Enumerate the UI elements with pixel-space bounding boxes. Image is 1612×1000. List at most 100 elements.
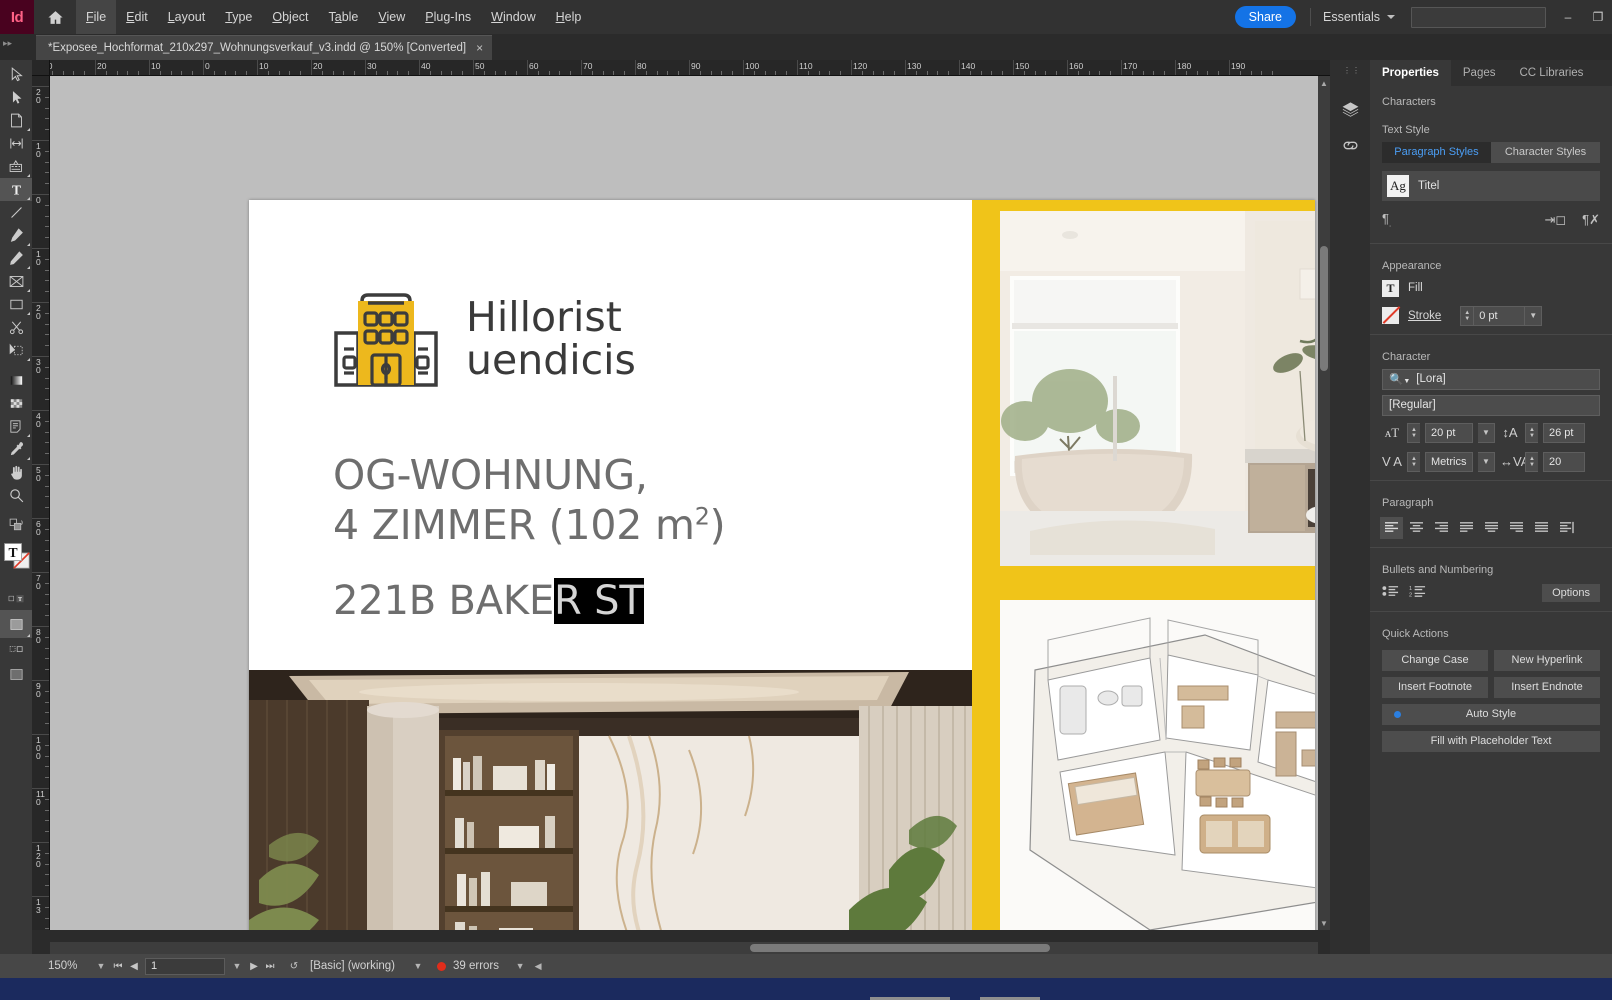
apply-color-toggle[interactable] bbox=[0, 514, 32, 537]
minimize-button[interactable]: – bbox=[1560, 10, 1576, 24]
leading-value[interactable]: 26 pt bbox=[1543, 422, 1585, 443]
share-button[interactable]: Share bbox=[1234, 6, 1297, 28]
brand-logo[interactable]: Hillorist uendicis bbox=[332, 287, 636, 391]
tab-properties[interactable]: Properties bbox=[1370, 60, 1451, 86]
master-page-label[interactable]: [Basic] (working) bbox=[310, 960, 395, 972]
align-left-button[interactable] bbox=[1380, 516, 1403, 539]
next-page-icon[interactable]: ▶ bbox=[246, 961, 262, 972]
tracking-stepper[interactable]: ▲ ▼ bbox=[1525, 451, 1538, 472]
fill-stroke-swatches[interactable]: T bbox=[0, 541, 32, 587]
address-text[interactable]: 221B BAKER ST bbox=[333, 578, 644, 624]
preflight-icon[interactable]: ↺ bbox=[286, 961, 302, 972]
home-icon[interactable] bbox=[34, 0, 76, 34]
close-icon[interactable]: × bbox=[476, 41, 483, 55]
layers-panel-icon[interactable] bbox=[1339, 98, 1361, 120]
pencil-tool[interactable] bbox=[0, 247, 32, 270]
menu-file[interactable]: File bbox=[76, 0, 117, 34]
address-selected-range[interactable]: R ST bbox=[554, 578, 644, 624]
page-chevron-down-icon[interactable]: ▼ bbox=[228, 961, 246, 971]
arrange-documents[interactable] bbox=[0, 661, 32, 687]
links-panel-icon[interactable] bbox=[1339, 134, 1361, 156]
vertical-ruler[interactable]: 20 10 0 10 20 30 40 50 60 70 80 90 100 110 120 13 bbox=[32, 76, 50, 930]
change-case-button[interactable]: Change Case bbox=[1382, 649, 1488, 671]
fill-swatch-icon[interactable]: T bbox=[1382, 279, 1399, 297]
screen-mode[interactable] bbox=[0, 638, 32, 661]
new-hyperlink-button[interactable]: New Hyperlink bbox=[1494, 649, 1600, 671]
living-room-photo[interactable] bbox=[249, 670, 972, 930]
first-page-icon[interactable]: ⏮ bbox=[110, 961, 126, 972]
master-chevron-down-icon[interactable]: ▼ bbox=[409, 961, 427, 971]
stroke-weight-control[interactable]: ▲ ▼ 0 pt ▼ bbox=[1460, 305, 1543, 326]
menu-plugins[interactable]: Plug-Ins bbox=[415, 0, 481, 34]
character-styles-button[interactable]: Character Styles bbox=[1491, 142, 1600, 163]
panel-grip-icon[interactable]: ⋮⋮ bbox=[1343, 66, 1361, 75]
search-input[interactable] bbox=[1411, 6, 1546, 28]
tab-pages[interactable]: Pages bbox=[1451, 60, 1508, 86]
justify-last-left-button[interactable] bbox=[1455, 517, 1478, 539]
type-tool[interactable]: T bbox=[0, 178, 32, 201]
insert-endnote-button[interactable]: Insert Endnote bbox=[1494, 676, 1600, 698]
menu-window[interactable]: Window bbox=[481, 0, 545, 34]
justify-last-center-button[interactable] bbox=[1480, 517, 1503, 539]
scroll-down-icon[interactable]: ▼ bbox=[1318, 916, 1330, 930]
rectangle-tool[interactable] bbox=[0, 293, 32, 316]
gap-tool[interactable] bbox=[0, 132, 32, 155]
zoom-level[interactable]: 150% bbox=[48, 960, 92, 972]
stroke-weight-stepper[interactable]: ▲ ▼ bbox=[1460, 305, 1474, 326]
paragraph-styles-button[interactable]: Paragraph Styles bbox=[1382, 142, 1491, 163]
gradient-feather-tool[interactable] bbox=[0, 392, 32, 415]
pen-tool[interactable] bbox=[0, 224, 32, 247]
vertical-scroll-thumb[interactable] bbox=[1320, 246, 1328, 371]
clear-overrides-icon[interactable]: ¶✗ bbox=[1582, 212, 1600, 228]
vertical-scrollbar[interactable]: ▲ ▼ bbox=[1318, 76, 1330, 930]
content-collector-tool[interactable] bbox=[0, 155, 32, 178]
page-number-input[interactable]: 1 bbox=[145, 957, 225, 975]
fill-row[interactable]: T Fill bbox=[1370, 278, 1612, 299]
gradient-swatch-tool[interactable] bbox=[0, 369, 32, 392]
note-tool[interactable] bbox=[0, 415, 32, 438]
current-style-selector[interactable]: Ag Titel bbox=[1382, 171, 1600, 201]
menu-edit[interactable]: Edit bbox=[116, 0, 158, 34]
align-right-button[interactable] bbox=[1430, 517, 1453, 539]
last-page-icon[interactable]: ⏭ bbox=[262, 961, 278, 972]
previous-page-icon[interactable]: ◀ bbox=[126, 961, 142, 972]
eyedropper-tool[interactable] bbox=[0, 438, 32, 461]
stroke-weight-value[interactable]: 0 pt bbox=[1473, 305, 1526, 326]
direct-selection-tool[interactable] bbox=[0, 86, 32, 109]
preflight-errors[interactable]: 39 errors bbox=[437, 960, 499, 972]
font-size-value[interactable]: 20 pt bbox=[1425, 422, 1473, 443]
stroke-row[interactable]: Stroke ▲ ▼ 0 pt ▼ bbox=[1370, 304, 1612, 328]
floor-plan-photo[interactable] bbox=[1000, 600, 1315, 930]
scissors-tool[interactable] bbox=[0, 316, 32, 339]
kerning-stepper[interactable]: ▲ ▼ bbox=[1407, 451, 1420, 472]
document-page[interactable]: Hillorist uendicis OG-WOHNUNG, 4 ZIMMER … bbox=[249, 200, 1315, 930]
new-style-icon[interactable]: ⇥◻ bbox=[1544, 212, 1566, 228]
status-collapse-icon[interactable]: ◀ bbox=[529, 961, 547, 972]
bathroom-photo[interactable] bbox=[1000, 211, 1315, 566]
frame-tool[interactable] bbox=[0, 270, 32, 293]
stroke-weight-chevron-down-icon[interactable]: ▼ bbox=[1525, 305, 1543, 326]
normal-view-mode[interactable] bbox=[0, 610, 32, 638]
dock-grip-icon[interactable]: ▸▸ bbox=[0, 34, 36, 60]
selection-tool[interactable] bbox=[0, 63, 32, 86]
workspace-switcher[interactable]: Essentials bbox=[1323, 10, 1395, 24]
align-toward-spine-button[interactable] bbox=[1555, 517, 1578, 539]
justify-last-right-button[interactable] bbox=[1505, 517, 1528, 539]
fill-placeholder-text-button[interactable]: Fill with Placeholder Text bbox=[1382, 730, 1600, 752]
insert-footnote-button[interactable]: Insert Footnote bbox=[1382, 676, 1488, 698]
kerning-value[interactable]: Metrics bbox=[1425, 451, 1473, 472]
scroll-up-icon[interactable]: ▲ bbox=[1318, 76, 1330, 90]
leading-stepper[interactable]: ▲ ▼ bbox=[1525, 422, 1538, 443]
line-tool[interactable] bbox=[0, 201, 32, 224]
font-size-stepper[interactable]: ▲ ▼ bbox=[1407, 422, 1420, 443]
justify-all-button[interactable] bbox=[1530, 517, 1553, 539]
font-search-icon[interactable]: 🔍▼ bbox=[1389, 372, 1410, 386]
formatting-affects-container[interactable]: T bbox=[0, 587, 32, 610]
horizontal-scrollbar[interactable] bbox=[50, 942, 1318, 954]
menu-layout[interactable]: Layout bbox=[158, 0, 216, 34]
numbered-list-icon[interactable]: 12 bbox=[1409, 584, 1426, 603]
font-size-chevron-down-icon[interactable]: ▼ bbox=[1478, 422, 1495, 443]
tab-cc-libraries[interactable]: CC Libraries bbox=[1508, 60, 1596, 86]
menu-table[interactable]: Table bbox=[319, 0, 369, 34]
font-family-field[interactable]: 🔍▼ [Lora] bbox=[1382, 368, 1600, 390]
